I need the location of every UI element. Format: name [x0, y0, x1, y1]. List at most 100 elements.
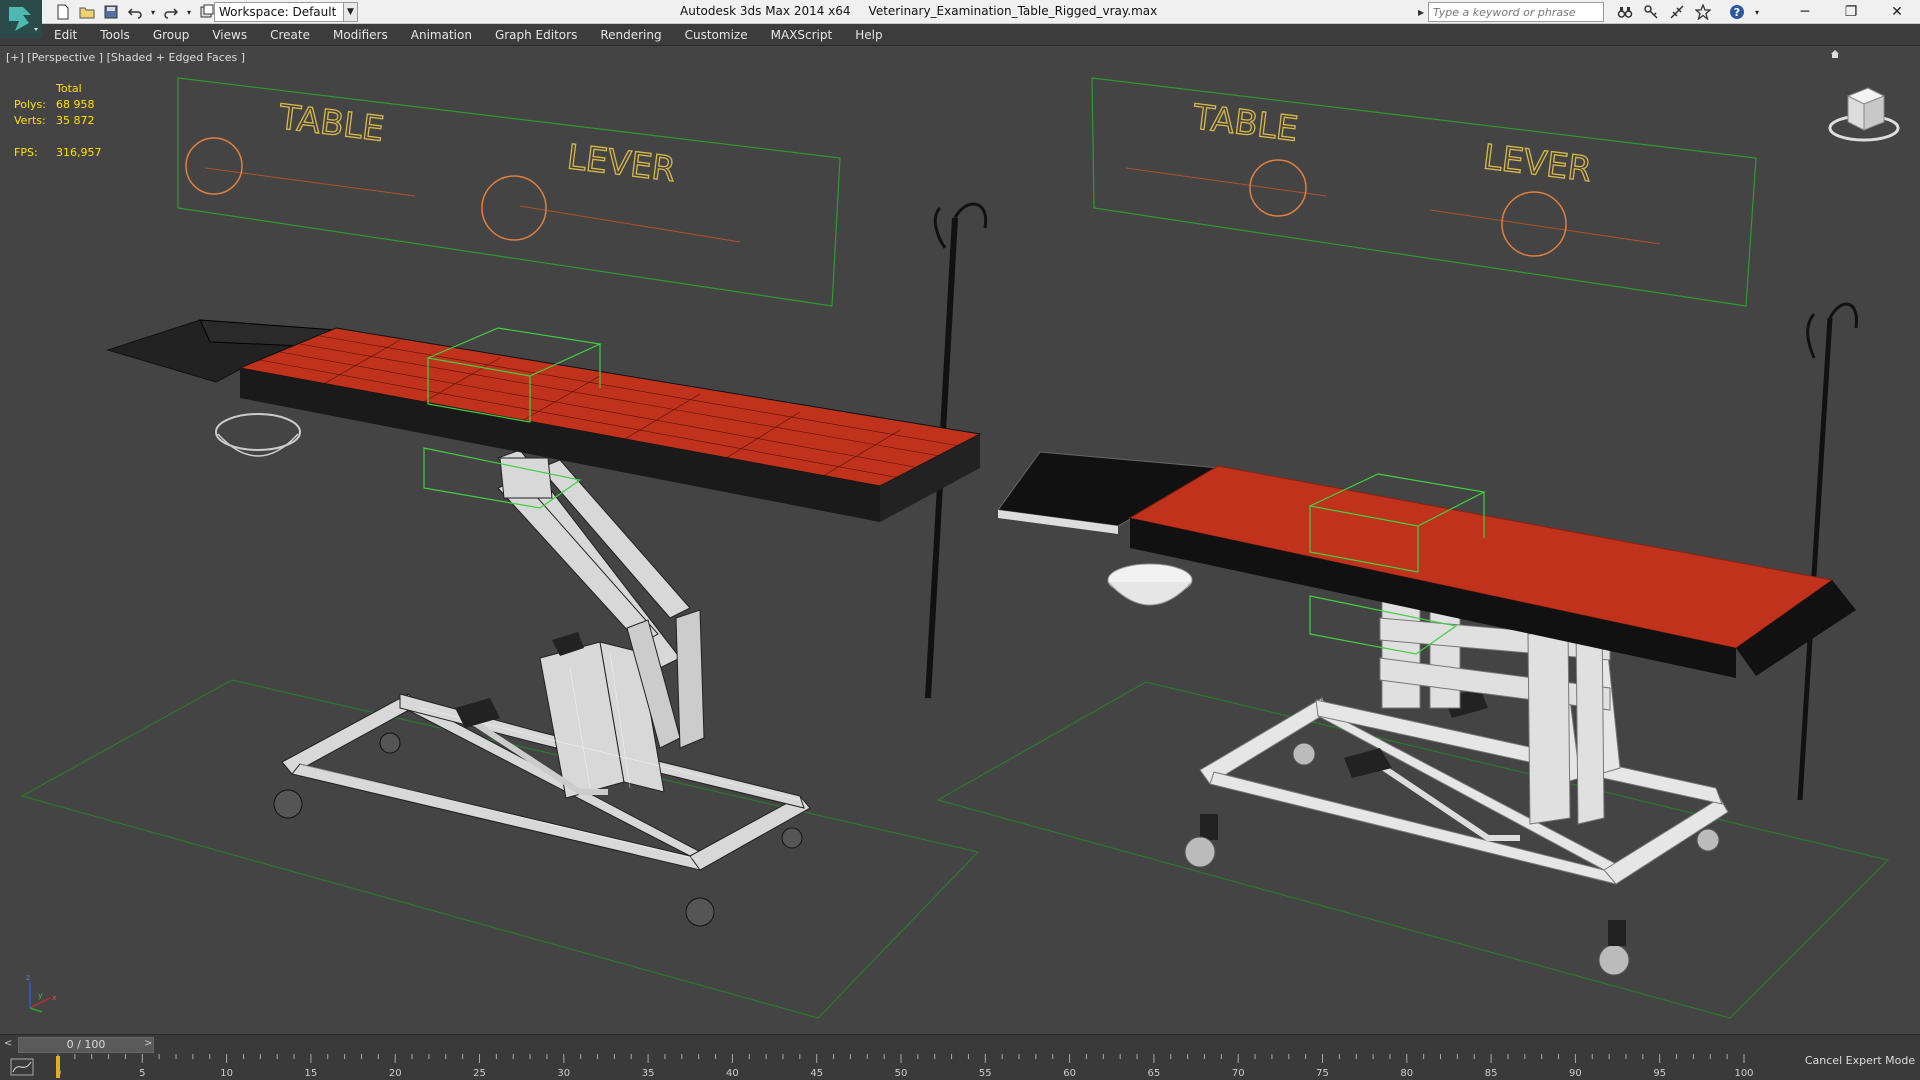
svg-text:x: x	[52, 993, 57, 1002]
scene-render: TABLE LEVER TABLE LEVER z x y	[20, 77, 1890, 1019]
redo-button[interactable]	[160, 2, 182, 22]
left-lift-column-2	[675, 609, 705, 749]
menu-bar: Edit Tools Group Views Create Modifiers …	[0, 24, 1920, 46]
file-name: Veterinary_Examination_Table_Rigged_vray…	[868, 4, 1158, 18]
new-file-icon	[57, 4, 69, 20]
right-text-frame	[1091, 77, 1757, 307]
restore-button[interactable]: ❐	[1828, 0, 1874, 24]
ruler-tick-label: 90	[1569, 1068, 1582, 1079]
time-slider-prev-button[interactable]: <	[4, 1038, 16, 1052]
ruler-tick-label: 25	[473, 1068, 486, 1079]
close-icon: ✕	[1891, 4, 1903, 20]
application-button[interactable]	[0, 0, 42, 38]
ruler-tick-label: 45	[810, 1068, 823, 1079]
infocenter-tools: ? ▾	[1614, 2, 1762, 22]
fps-label: FPS:	[14, 146, 38, 159]
binoculars-icon	[1617, 7, 1633, 18]
right-wheel-3	[1598, 944, 1630, 976]
search-toggle-arrow[interactable]: ▶	[1418, 8, 1428, 17]
ruler-tick-label: 30	[557, 1068, 570, 1079]
left-table-control-circle	[185, 137, 243, 195]
ruler-tick-label: 35	[642, 1068, 655, 1079]
help-icon: ?	[1730, 5, 1744, 19]
window-controls: ─ ❐ ✕	[1782, 0, 1920, 24]
menu-modifiers[interactable]: Modifiers	[333, 28, 388, 42]
menu-tools[interactable]: Tools	[100, 28, 130, 42]
right-table-label: TABLE	[1190, 97, 1300, 150]
svg-text:?: ?	[1734, 6, 1740, 19]
search-button[interactable]	[1614, 2, 1636, 22]
right-lever-line	[1429, 209, 1661, 245]
time-slider-thumb[interactable]: 0 / 100	[18, 1037, 154, 1053]
right-lever-label: LEVER	[1481, 137, 1594, 190]
help-dropdown[interactable]: ▾	[1752, 2, 1762, 22]
infocenter: ▶ ? ▾	[1418, 2, 1762, 22]
redo-dropdown[interactable]: ▾	[184, 2, 194, 22]
save-icon	[104, 5, 118, 19]
menu-help[interactable]: Help	[855, 28, 882, 42]
viewport-label-menu[interactable]: [+] [Perspective ] [Shaded + Edged Faces…	[6, 51, 245, 64]
trackbar[interactable]: 0510152025303540455055606570758085909510…	[0, 1054, 1920, 1080]
undo-button[interactable]	[124, 2, 146, 22]
minimize-icon: ─	[1800, 4, 1810, 20]
menu-rendering[interactable]: Rendering	[600, 28, 661, 42]
stats-header: Total	[56, 82, 82, 95]
time-slider[interactable]: < 0 / 100 >	[0, 1034, 1920, 1054]
help-button[interactable]: ?	[1726, 2, 1748, 22]
verts-label: Verts:	[14, 114, 46, 127]
perspective-viewport[interactable]: TABLE LEVER TABLE LEVER z x y [+] [Persp…	[0, 48, 1920, 1032]
curve-editor-toggle[interactable]	[10, 1058, 34, 1076]
axis-tripod: z x y	[26, 973, 57, 1013]
ruler-tick-label: 80	[1400, 1068, 1413, 1079]
search-input[interactable]	[1428, 2, 1604, 22]
menu-create[interactable]: Create	[270, 28, 310, 42]
trackbar-ruler: 0510152025303540455055606570758085909510…	[56, 1054, 1754, 1079]
viewport-statistics: Total Polys: 68 958 Verts: 35 872 FPS: 316,…	[14, 81, 102, 161]
left-wheel-3	[685, 897, 715, 927]
window-title: Autodesk 3ds Max 2014 x64 Veterinary_Exam…	[680, 4, 1175, 18]
undo-icon	[127, 8, 142, 19]
time-slider-next-button[interactable]: >	[144, 1038, 156, 1052]
ruler-tick-label: 55	[979, 1068, 992, 1079]
left-iv-hooks	[933, 202, 988, 249]
satellite-icon	[1670, 5, 1684, 19]
menu-graph-editors[interactable]: Graph Editors	[495, 28, 577, 42]
ruler-tick-label: 65	[1148, 1068, 1161, 1079]
undo-dropdown[interactable]: ▾	[148, 2, 158, 22]
viewcube[interactable]	[1828, 78, 1900, 150]
key-icon	[1644, 5, 1658, 19]
communication-button[interactable]	[1666, 2, 1688, 22]
save-file-button[interactable]	[100, 2, 122, 22]
svg-text:y: y	[38, 991, 43, 1000]
menu-animation[interactable]: Animation	[411, 28, 472, 42]
left-scissor-lift	[497, 449, 691, 669]
left-wheel-2	[379, 732, 401, 754]
favorites-button[interactable]	[1692, 2, 1714, 22]
curve-editor-icon	[10, 1058, 34, 1076]
svg-text:z: z	[26, 973, 30, 982]
left-wheel-1	[273, 789, 303, 819]
menu-edit[interactable]: Edit	[54, 28, 77, 42]
menu-group[interactable]: Group	[153, 28, 190, 42]
right-lever-control-circle	[1501, 191, 1567, 257]
left-wheel-4	[781, 827, 803, 849]
workspace-dropdown[interactable]: Workspace: Default	[214, 2, 344, 22]
cancel-expert-mode-button[interactable]: Cancel Expert Mode	[1800, 1048, 1920, 1074]
current-frame-marker[interactable]	[56, 1056, 60, 1078]
ruler-tick-label: 5	[139, 1068, 145, 1079]
viewcube-icon	[1828, 87, 1900, 142]
close-button[interactable]: ✕	[1874, 0, 1920, 24]
menu-customize[interactable]: Customize	[685, 28, 748, 42]
home-icon	[1831, 50, 1839, 58]
key-button[interactable]	[1640, 2, 1662, 22]
open-file-button[interactable]	[76, 2, 98, 22]
ruler-tick-label: 95	[1653, 1068, 1666, 1079]
title-bar: ▾ ▾ Workspace: Default ▼ Autodesk 3ds Ma…	[0, 0, 1920, 24]
menu-views[interactable]: Views	[212, 28, 247, 42]
left-table-label: TABLE	[276, 97, 386, 150]
menu-maxscript[interactable]: MAXScript	[771, 28, 833, 42]
minimize-button[interactable]: ─	[1782, 0, 1828, 24]
workspace-dropdown-arrow[interactable]: ▼	[344, 2, 358, 22]
viewport-home-icon[interactable]	[1830, 48, 1840, 58]
new-file-button[interactable]	[52, 2, 74, 22]
